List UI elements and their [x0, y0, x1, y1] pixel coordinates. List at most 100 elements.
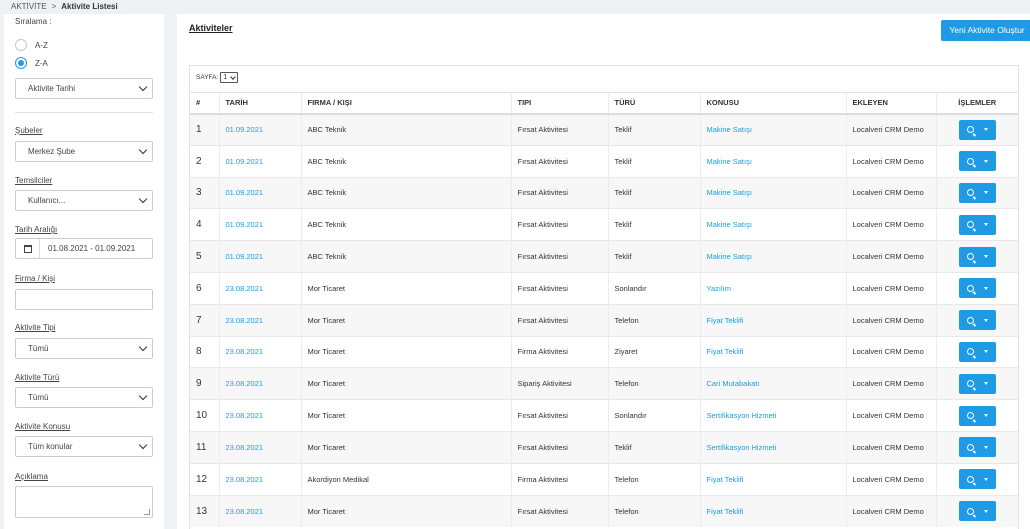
row-subject-link[interactable]: Fiyat Teklifi	[707, 507, 744, 516]
row-actions-cell	[936, 144, 1018, 178]
row-actions-button[interactable]	[958, 341, 996, 362]
activity-type-value: Tümü	[28, 344, 49, 353]
row-company-cell: Mor Ticaret	[301, 335, 512, 368]
sidebar-divider	[15, 112, 153, 113]
radio-az[interactable]	[15, 39, 27, 51]
caret-down-icon	[983, 445, 988, 449]
row-subject-link[interactable]: Fiyat Teklifi	[707, 475, 744, 484]
row-subject-link[interactable]: Sertifikasyon Hizmeti	[707, 443, 777, 452]
row-date-link[interactable]: 01.09.2021	[226, 220, 264, 229]
row-date-link[interactable]: 23.08.2021	[226, 316, 264, 325]
row-type-cell: Fırsat Aktivitesi	[511, 271, 609, 305]
table-row: 7 23.08.2021 Mor Ticaret Fırsat Aktivitesi T…	[190, 303, 1018, 337]
new-activity-button[interactable]: Yeni Aktivite Oluştur	[941, 20, 1030, 41]
row-subject-link[interactable]: Fiyat Teklifi	[707, 316, 744, 325]
row-type-cell: Firma Aktivitesi	[511, 335, 609, 368]
description-textarea[interactable]	[15, 486, 153, 518]
sort-field-select[interactable]: Aktivite Tarihi	[15, 78, 153, 99]
company-input[interactable]	[15, 289, 153, 310]
row-number: 4	[196, 219, 202, 231]
row-subject-link[interactable]: Yazılım	[707, 284, 731, 293]
reps-select[interactable]: Kullanıcı...	[15, 190, 153, 211]
resize-grip-icon[interactable]	[144, 509, 150, 515]
row-number: 13	[196, 505, 208, 517]
table-row: 8 23.08.2021 Mor Ticaret Firma Aktivitesi Zi…	[190, 335, 1018, 368]
row-added-by: Localveri CRM Demo	[852, 506, 924, 516]
row-date-link[interactable]: 23.08.2021	[226, 443, 264, 452]
row-kind-cell: Telefon	[608, 494, 701, 527]
row-kind-cell: Teklif	[608, 176, 701, 209]
col-header-subject[interactable]: KONUSU	[700, 92, 847, 115]
row-date-link[interactable]: 01.09.2021	[226, 188, 264, 197]
row-subject-link[interactable]: Sertifikasyon Hizmeti	[707, 411, 777, 420]
caret-down-icon	[983, 382, 988, 386]
row-actions-button[interactable]	[958, 310, 996, 331]
row-number-cell: 2	[190, 144, 220, 178]
col-header-company[interactable]: FIRMA / KIŞI	[301, 92, 512, 115]
row-actions-cell	[936, 399, 1018, 432]
date-range-input[interactable]: 01.08.2021 - 01.09.2021	[15, 238, 153, 259]
row-company: ABC Teknik	[307, 188, 347, 198]
row-date-link[interactable]: 23.08.2021	[226, 411, 264, 420]
row-actions-button[interactable]	[958, 405, 996, 426]
sort-option-za[interactable]: Z-A	[15, 57, 48, 69]
col-header-type[interactable]: TIPI	[511, 92, 609, 115]
row-date-link[interactable]: 23.08.2021	[226, 507, 264, 516]
breadcrumb-root[interactable]: AKTİVİTE	[11, 2, 47, 11]
row-subject-link[interactable]: Fiyat Teklifi	[707, 347, 744, 356]
branches-value: Merkez Şube	[28, 147, 76, 156]
row-company-cell: ABC Teknik	[301, 208, 512, 241]
row-date-link[interactable]: 23.08.2021	[226, 347, 264, 356]
row-type: Sipariş Aktivitesi	[517, 379, 572, 389]
row-subject-link[interactable]: Makine Satışı	[707, 125, 752, 134]
radio-za[interactable]	[15, 57, 27, 69]
col-header-added-by[interactable]: EKLEYEN	[846, 92, 937, 115]
row-subject-link[interactable]: Cari Mutabakatı	[707, 379, 760, 388]
row-company-cell: ABC Teknik	[301, 113, 512, 146]
row-kind: Telefon	[614, 315, 639, 325]
page-select[interactable]: 1	[220, 72, 239, 83]
row-subject-link-cell: Makine Satışı	[700, 208, 847, 241]
row-date-link[interactable]: 23.08.2021	[226, 284, 264, 293]
calendar-icon	[23, 244, 32, 253]
row-subject-link[interactable]: Makine Satışı	[707, 157, 752, 166]
caret-down-icon	[983, 191, 988, 195]
row-kind: Telefon	[614, 506, 639, 516]
row-type: Fırsat Aktivitesi	[517, 156, 568, 166]
row-actions-button[interactable]	[958, 214, 996, 235]
row-date-link[interactable]: 23.08.2021	[226, 379, 264, 388]
row-actions-button[interactable]	[958, 246, 996, 267]
row-date-link[interactable]: 01.09.2021	[226, 157, 264, 166]
row-date-link[interactable]: 01.09.2021	[226, 252, 264, 261]
row-date-link[interactable]: 23.08.2021	[226, 475, 264, 484]
activity-type-select[interactable]: Tümü	[15, 338, 153, 359]
col-header-date[interactable]: TARİH	[219, 92, 302, 115]
activity-subject-select[interactable]: Tüm konular	[15, 436, 153, 457]
row-actions-button[interactable]	[958, 469, 996, 490]
col-header-kind[interactable]: TÜRÜ	[608, 92, 701, 115]
row-actions-button[interactable]	[958, 278, 996, 299]
row-actions-button[interactable]	[958, 119, 996, 140]
row-kind: Teklif	[614, 442, 632, 452]
row-number: 11	[196, 441, 207, 453]
row-subject-link-cell: Sertifikasyon Hizmeti	[700, 399, 847, 432]
row-actions-button[interactable]	[958, 151, 996, 172]
row-actions-button[interactable]	[958, 373, 996, 394]
row-date-link-cell: 01.09.2021	[219, 208, 302, 241]
row-subject-link[interactable]: Makine Satışı	[707, 252, 752, 261]
activity-kind-select[interactable]: Tümü	[15, 387, 153, 408]
search-icon	[966, 348, 974, 356]
row-actions-button[interactable]	[958, 501, 996, 522]
row-subject-link[interactable]: Makine Satışı	[707, 188, 752, 197]
branches-select[interactable]: Merkez Şube	[15, 141, 153, 162]
row-company: Akordiyon Medikal	[307, 474, 369, 484]
row-date-link-cell: 23.08.2021	[219, 494, 302, 527]
row-date-link-cell: 23.08.2021	[219, 462, 302, 496]
calendar-icon-wrap[interactable]	[16, 239, 40, 258]
row-subject-link[interactable]: Makine Satışı	[707, 220, 752, 229]
row-actions-button[interactable]	[958, 182, 996, 203]
row-actions-button[interactable]	[958, 437, 996, 458]
row-date-link[interactable]: 01.09.2021	[226, 125, 264, 134]
search-icon	[966, 380, 974, 388]
sort-option-az[interactable]: A-Z	[15, 39, 48, 51]
